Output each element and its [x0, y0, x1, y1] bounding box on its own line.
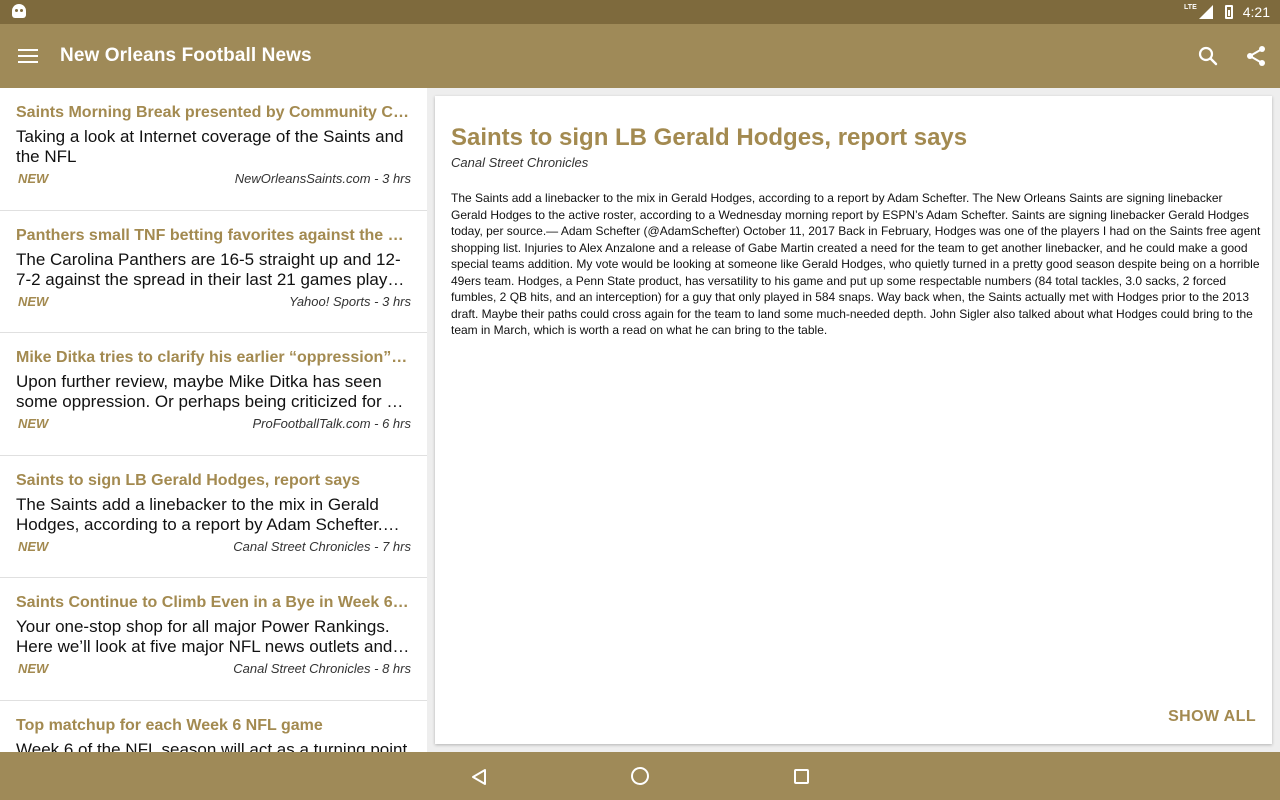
clock: 4:21 — [1242, 4, 1270, 20]
article-title: Saints to sign LB Gerald Hodges, report … — [451, 124, 968, 151]
news-item-source: ProFootballTalk.com - 6 hrs — [252, 416, 411, 431]
news-list-item[interactable]: Top matchup for each Week 6 NFL game Wee… — [0, 701, 427, 753]
share-icon[interactable] — [1244, 44, 1268, 68]
status-icons: LTE 4:21 — [1184, 0, 1270, 24]
status-bar: LTE 4:21 — [0, 0, 1280, 24]
app-bar: New Orleans Football News — [0, 24, 1280, 88]
new-badge: NEW — [18, 171, 49, 186]
news-item-source: Yahoo! Sports - 3 hrs — [289, 293, 411, 309]
news-item-title: Mike Ditka tries to clarify his earlier … — [16, 349, 411, 366]
news-list-item[interactable]: Panthers small TNF betting favorites aga… — [0, 211, 427, 333]
new-badge: NEW — [18, 416, 49, 431]
navigation-bar — [0, 752, 1280, 800]
news-item-meta: NEW Canal Street Chronicles - 7 hrs — [16, 539, 411, 555]
android-notification-icon — [12, 4, 26, 18]
news-item-source: Canal Street Chronicles - 8 hrs — [233, 661, 411, 676]
news-item-title: Saints Continue to Climb Even in a Bye i… — [16, 594, 411, 611]
app-title: New Orleans Football News — [60, 45, 312, 66]
signal-icon — [1198, 5, 1213, 19]
back-icon[interactable] — [470, 768, 488, 786]
show-all-button[interactable]: SHOW ALL — [1168, 708, 1256, 726]
home-icon[interactable] — [631, 767, 649, 785]
article-source: Canal Street Chronicles — [451, 155, 589, 170]
search-icon[interactable] — [1196, 44, 1220, 68]
news-item-meta: NEW ProFootballTalk.com - 6 hrs — [16, 416, 411, 432]
news-list-item[interactable]: Saints Morning Break presented by Commun… — [0, 88, 427, 211]
new-badge: NEW — [18, 661, 49, 676]
recents-icon[interactable] — [794, 769, 809, 784]
article-body: The Saints add a linebacker to the mix i… — [451, 191, 1261, 337]
news-item-title: Panthers small TNF betting favorites aga… — [16, 226, 411, 244]
news-item-meta: NEW NewOrleansSaints.com - 3 hrs — [16, 171, 411, 187]
news-item-source: Canal Street Chronicles - 7 hrs — [233, 538, 411, 554]
news-item-snippet: The Carolina Panthers are 16-5 straight … — [16, 249, 407, 289]
news-item-snippet: Taking a look at Internet coverage of th… — [16, 127, 404, 166]
news-item-title: Saints to sign LB Gerald Hodges, report … — [16, 471, 361, 489]
news-list-item[interactable]: Saints to sign LB Gerald Hodges, report … — [0, 456, 427, 578]
news-item-snippet: Upon further review, maybe Mike Ditka ha… — [16, 372, 409, 411]
news-item-meta: NEW Canal Street Chronicles - 8 hrs — [16, 661, 411, 677]
pane-divider — [427, 88, 435, 752]
news-list-item[interactable]: Saints Continue to Climb Even in a Bye i… — [0, 578, 427, 701]
news-item-snippet: Your one-stop shop for all major Power R… — [16, 617, 393, 656]
news-item-title: Saints Morning Break presented by Commun… — [16, 104, 411, 121]
lte-label: LTE — [1184, 3, 1197, 11]
news-item-snippet: Week 6 of the NFL season will act as a t… — [16, 739, 408, 753]
news-item-source: NewOrleansSaints.com - 3 hrs — [234, 171, 411, 186]
news-list: Saints Morning Break presented by Commun… — [0, 88, 427, 752]
news-list-item[interactable]: Mike Ditka tries to clarify his earlier … — [0, 333, 427, 456]
article-card: Saints to sign LB Gerald Hodges, report … — [435, 96, 1272, 744]
news-item-title: Top matchup for each Week 6 NFL game — [16, 716, 323, 734]
news-item-snippet: The Saints add a linebacker to the mix i… — [16, 494, 383, 534]
battery-icon — [1224, 5, 1233, 19]
news-item-meta: NEW Yahoo! Sports - 3 hrs — [16, 294, 411, 310]
new-badge: NEW — [18, 293, 49, 309]
new-badge: NEW — [18, 538, 49, 554]
menu-icon[interactable] — [18, 48, 38, 64]
